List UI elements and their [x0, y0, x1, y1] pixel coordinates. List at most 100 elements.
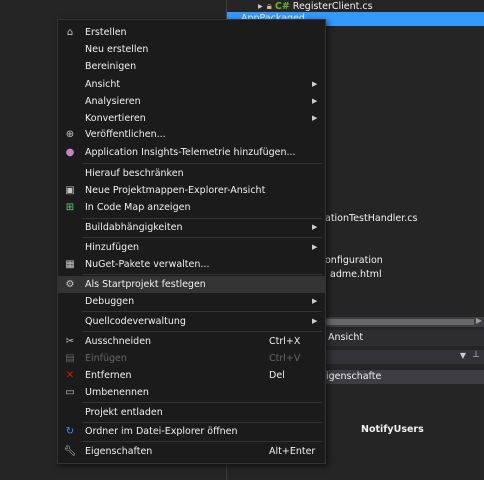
menu-item-nuget[interactable]: ▦ NuGet-Pakete verwalten... [58, 256, 325, 273]
submenu-arrow-icon: ▶ [312, 297, 318, 305]
shortcut-label: Ctrl+X [269, 336, 301, 347]
menu-item-label: Application Insights-Telemetrie hinzufüg… [85, 147, 296, 158]
menu-item-label: Hinzufügen [85, 242, 140, 253]
build-icon: ⌂ [66, 27, 74, 38]
menu-item-label: Buildabhängigkeiten [85, 222, 183, 233]
menu-separator [82, 311, 322, 312]
menu-item-label: Projekt entladen [85, 407, 163, 418]
menu-separator [82, 441, 322, 442]
menu-item-paste[interactable]: ▤ Einfügen Ctrl+V [58, 350, 325, 367]
menu-item-label: Analysieren [85, 96, 141, 107]
menu-item-label: Bereinigen [85, 61, 137, 72]
menu-item-label: Eigenschaften [85, 446, 153, 457]
menu-item-label: Ansicht [85, 79, 121, 90]
menu-item-analyze[interactable]: Analysieren ▶ [58, 93, 325, 110]
csharp-file-icon: C# [274, 1, 290, 12]
tree-item-handler[interactable]: ationTestHandler.cs [325, 212, 417, 226]
menu-item-label: Veröffentlichen... [85, 129, 166, 140]
menu-item-build-dependencies[interactable]: Buildabhängigkeiten ▶ [58, 219, 325, 236]
properties-tab-label: Ansicht [328, 332, 364, 343]
menu-item-rename[interactable]: ▭ Umbenennen [58, 384, 325, 401]
menu-item-app-insights[interactable]: ● Application Insights-Telemetrie hinzuf… [58, 144, 325, 161]
code-map-icon: ⊞ [65, 202, 75, 213]
menu-item-publish[interactable]: ⊕ Veröffentlichen... [58, 126, 325, 143]
menu-item-label: Erstellen [85, 27, 127, 38]
tree-item-label: onfiguration [325, 255, 383, 266]
dropdown-arrow-icon[interactable]: ▼ [460, 351, 466, 360]
submenu-arrow-icon: ▶ [312, 317, 318, 325]
menu-item-label: Neu erstellen [85, 44, 149, 55]
lightbulb-icon: ● [65, 147, 75, 158]
refresh-icon: ↻ [65, 426, 75, 437]
context-menu: ⌂ Erstellen Neu erstellen Bereinigen Ans… [57, 19, 326, 464]
properties-object-row[interactable]: igenschafte [322, 370, 484, 384]
scrollbar-thumb[interactable] [326, 319, 474, 325]
menu-item-build[interactable]: ⌂ Erstellen [58, 24, 325, 41]
expand-arrow-icon[interactable]: ▸ [258, 1, 263, 12]
menu-item-label: NuGet-Pakete verwalten... [85, 259, 210, 270]
lock-icon: 🔒︎ [266, 1, 272, 12]
menu-item-clean[interactable]: Bereinigen [58, 58, 325, 75]
submenu-arrow-icon: ▶ [312, 97, 318, 105]
paste-icon: ▤ [65, 353, 75, 364]
menu-item-new-explorer-view[interactable]: ▣ Neue Projektmappen-Explorer-Ansicht [58, 182, 325, 199]
menu-item-view[interactable]: Ansicht ▶ [58, 76, 325, 93]
menu-item-label: Einfügen [85, 353, 127, 364]
properties-toolbar: ▼ ⊥ [322, 350, 484, 364]
menu-item-label: Neue Projektmappen-Explorer-Ansicht [85, 185, 266, 196]
menu-item-debug[interactable]: Debuggen ▶ [58, 293, 325, 310]
menu-separator [82, 274, 322, 275]
properties-object-label: igenschafte [326, 371, 382, 382]
menu-item-label: Quellcodeverwaltung [85, 316, 186, 327]
tree-item-label: adme.html [330, 269, 382, 280]
horizontal-scrollbar[interactable]: ▶ [322, 316, 484, 327]
shortcut-label: Del [269, 370, 285, 381]
menu-item-properties[interactable]: 🔧︎ Eigenschaften Alt+Enter [58, 443, 325, 460]
pin-icon[interactable]: ⊥ [472, 350, 480, 360]
scissors-icon: ✂ [65, 336, 75, 347]
submenu-arrow-icon: ▶ [312, 80, 318, 88]
menu-item-label: Ordner im Datei-Explorer öffnen [85, 426, 238, 437]
package-icon: ▦ [65, 259, 75, 270]
gear-icon: ⚙ [65, 279, 75, 290]
menu-item-remove[interactable]: ✕ Entfernen Del [58, 367, 325, 384]
menu-item-open-in-explorer[interactable]: ↻ Ordner im Datei-Explorer öffnen [58, 423, 325, 440]
delete-icon: ✕ [65, 370, 75, 381]
menu-item-label: Als Startprojekt festlegen [85, 279, 206, 290]
shortcut-label: Alt+Enter [269, 446, 316, 457]
menu-item-label: Ausschneiden [85, 336, 152, 347]
menu-item-source-control[interactable]: Quellcodeverwaltung ▶ [58, 313, 325, 330]
tree-item-label: ationTestHandler.cs [325, 213, 418, 224]
menu-separator [82, 331, 322, 332]
menu-item-scope-to-this[interactable]: Hierauf beschränken [58, 165, 325, 182]
tree-item-configuration[interactable]: onfiguration [325, 254, 383, 268]
menu-item-set-startup[interactable]: ⚙ Als Startprojekt festlegen [58, 276, 325, 293]
menu-item-rebuild[interactable]: Neu erstellen [58, 41, 325, 58]
menu-item-label: Umbenennen [85, 387, 149, 398]
rename-icon: ▭ [65, 387, 75, 398]
menu-item-code-map[interactable]: ⊞ In Code Map anzeigen [58, 199, 325, 216]
menu-item-label: Konvertieren [85, 113, 146, 124]
wrench-icon: 🔧︎ [63, 446, 77, 457]
tree-item-label: RegisterClient.cs [292, 1, 373, 12]
menu-separator [82, 237, 322, 238]
submenu-arrow-icon: ▶ [312, 114, 318, 122]
tree-item-readme[interactable]: adme.html [330, 268, 382, 282]
menu-item-label: Hierauf beschränken [85, 168, 184, 179]
menu-item-cut[interactable]: ✂ Ausschneiden Ctrl+X [58, 333, 325, 350]
properties-tab[interactable]: Ansicht [322, 330, 484, 346]
menu-item-label: Entfernen [85, 370, 132, 381]
scroll-right-icon[interactable]: ▶ [476, 316, 482, 325]
submenu-arrow-icon: ▶ [312, 223, 318, 231]
new-view-icon: ▣ [65, 185, 75, 196]
property-value: NotifyUsers [361, 424, 424, 435]
menu-item-label: In Code Map anzeigen [85, 202, 191, 213]
menu-separator [82, 163, 322, 164]
menu-item-unload-project[interactable]: Projekt entladen [58, 404, 325, 421]
menu-separator [82, 402, 322, 403]
menu-item-convert[interactable]: Konvertieren ▶ [58, 110, 325, 127]
submenu-arrow-icon: ▶ [312, 243, 318, 251]
menu-item-add[interactable]: Hinzufügen ▶ [58, 239, 325, 256]
globe-icon: ⊕ [65, 129, 75, 140]
shortcut-label: Ctrl+V [269, 353, 301, 364]
